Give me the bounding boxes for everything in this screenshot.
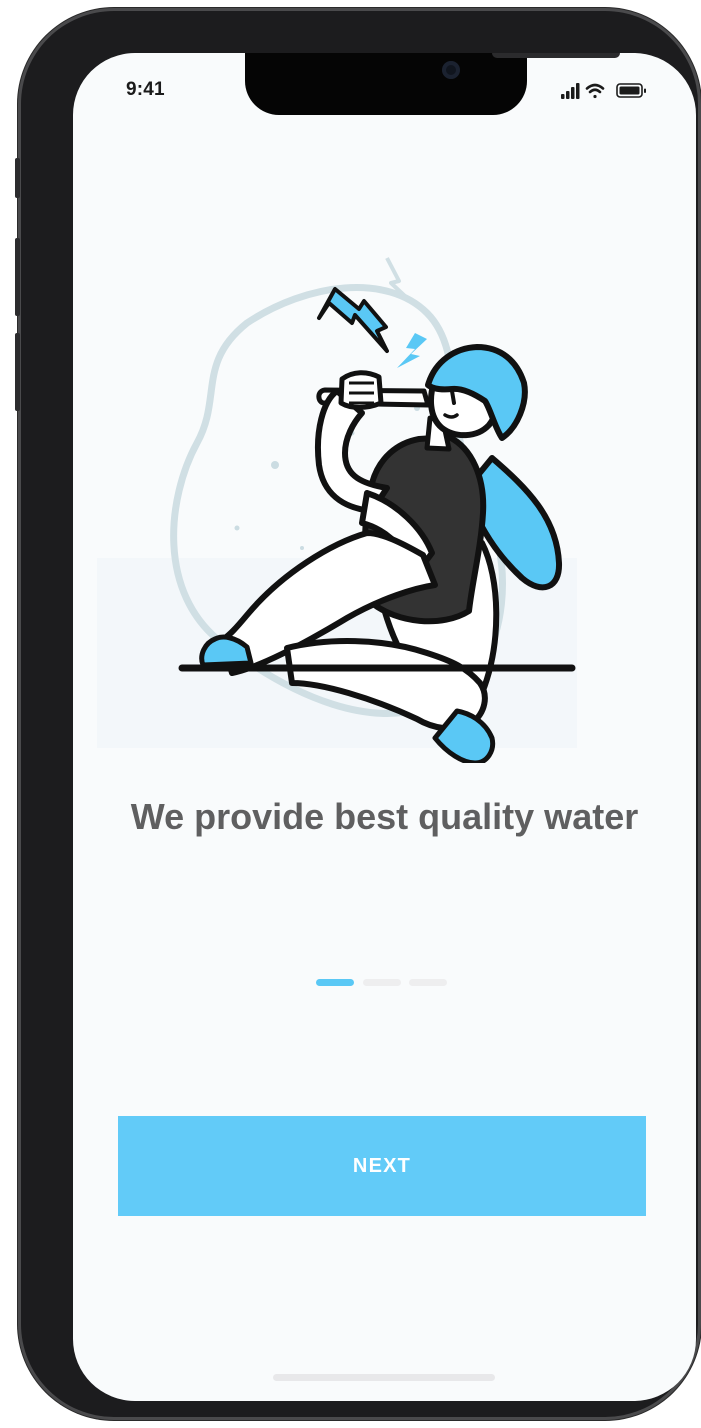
screen: 9:41 We provide best quality water NEXT <box>73 53 696 1401</box>
side-button <box>15 158 20 198</box>
speaker <box>492 53 620 58</box>
person-drinking-water-illustration <box>97 257 577 763</box>
notch <box>245 53 620 115</box>
volume-up-button <box>15 238 20 316</box>
pagination-dot <box>409 979 447 986</box>
phone-frame: 9:41 We provide best quality water NEXT <box>15 8 701 1420</box>
wifi-icon <box>585 83 605 99</box>
pagination-dot-active <box>316 979 354 986</box>
home-indicator[interactable] <box>273 1374 495 1381</box>
front-camera <box>442 61 460 79</box>
status-time: 9:41 <box>126 79 165 100</box>
battery-icon <box>616 83 646 98</box>
pagination-dot <box>363 979 401 986</box>
next-button[interactable]: NEXT <box>118 1116 646 1216</box>
cellular-signal-icon <box>561 83 580 99</box>
status-icons <box>561 83 646 99</box>
pagination-indicator <box>316 979 456 987</box>
onboarding-title: We provide best quality water <box>130 796 639 837</box>
volume-down-button <box>15 333 20 411</box>
